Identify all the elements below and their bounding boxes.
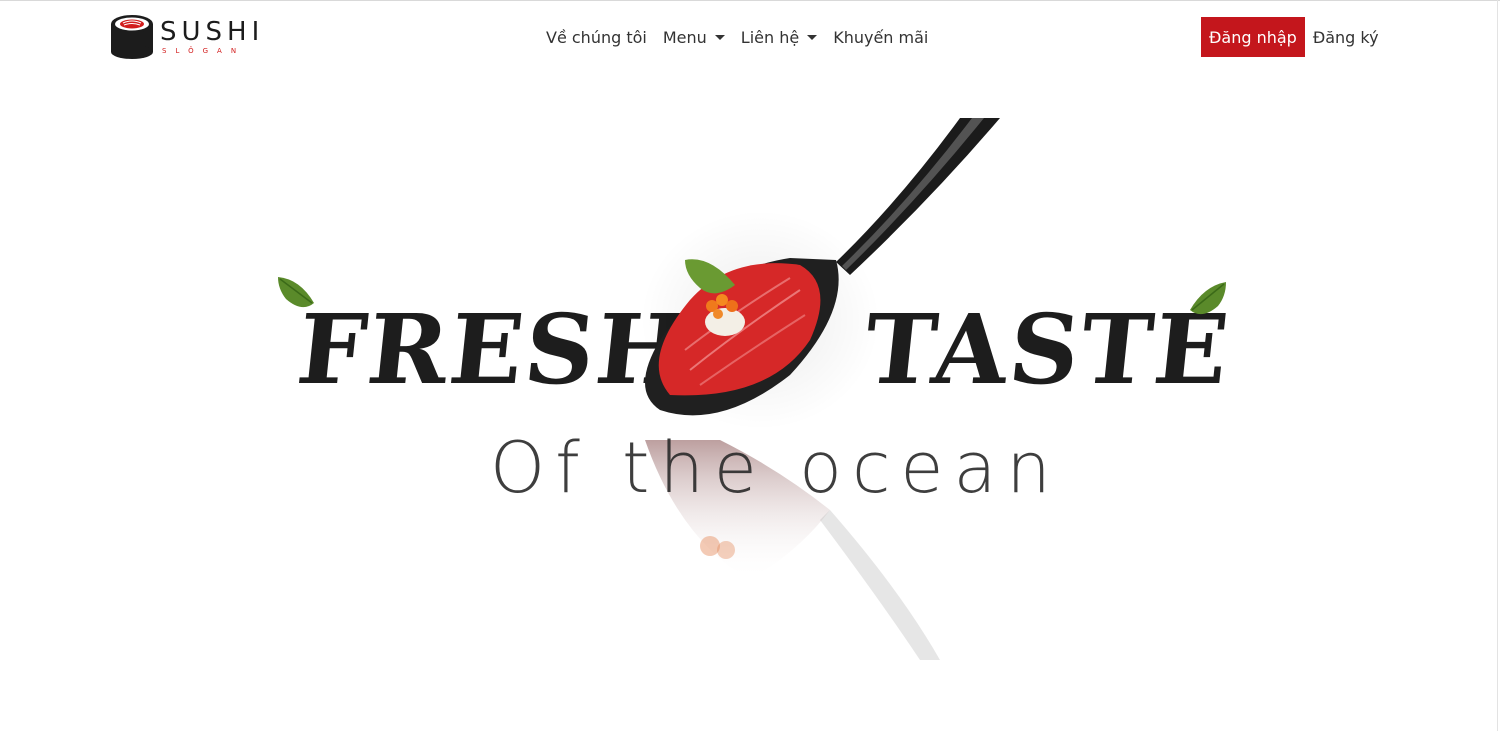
nav-menu-dropdown[interactable]: Menu (655, 28, 733, 47)
nav-promotions[interactable]: Khuyến mãi (825, 28, 936, 47)
nav-contact-dropdown[interactable]: Liên hệ (733, 28, 825, 47)
page-edge (1497, 0, 1498, 731)
nav-about[interactable]: Về chúng tôi (538, 28, 655, 47)
brand-logo-link[interactable]: SUSHI SLÔGAN (110, 14, 264, 60)
register-link[interactable]: Đăng ký (1305, 28, 1387, 47)
spoon-salmon-image (640, 118, 1000, 660)
auth-nav: Đăng nhập Đăng ký (1201, 17, 1387, 57)
herb-leaf-icon (1190, 282, 1226, 315)
caret-down-icon (714, 34, 725, 40)
caret-down-icon (807, 34, 818, 40)
nav-menu-label: Menu (662, 27, 707, 47)
herb-leaf-icon (278, 277, 314, 308)
main-nav: Về chúng tôi Menu Liên hệ Khuyến mãi (538, 23, 936, 51)
brand-text: SUSHI SLÔGAN (160, 18, 264, 56)
hero-subheadline: Of the ocean (490, 427, 1061, 509)
login-button[interactable]: Đăng nhập (1201, 17, 1305, 57)
nav-contact-label: Liên hệ (740, 27, 800, 47)
navbar: SUSHI SLÔGAN Về chúng tôi Menu Liên hệ K… (0, 1, 1500, 73)
brand-name: SUSHI (160, 17, 265, 47)
brand-slogan: SLÔGAN (162, 47, 246, 55)
nav-about-label: Về chúng tôi (546, 27, 647, 47)
sushi-roll-icon (111, 15, 153, 59)
nav-promotions-label: Khuyến mãi (833, 27, 929, 47)
hero-banner: FRESHE TASTE Of the ocean (260, 110, 1240, 670)
